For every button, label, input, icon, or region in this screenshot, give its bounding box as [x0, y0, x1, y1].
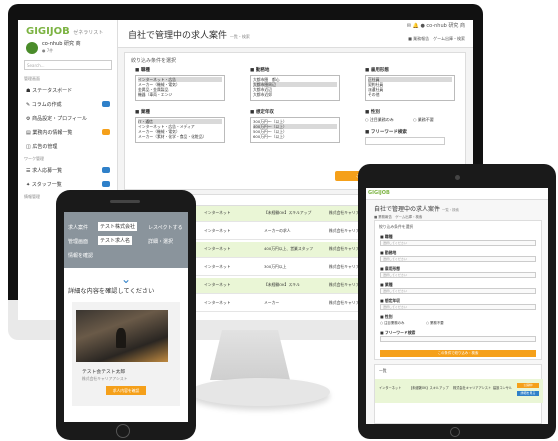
- table-cell: インターネット: [204, 264, 231, 269]
- job-type-select[interactable]: 選択してください: [380, 240, 536, 246]
- panel-title: 絞り込み条件を選択: [131, 58, 177, 64]
- avatar: [26, 42, 38, 54]
- filter-label: ■ 性別: [365, 110, 380, 115]
- table-cell: 建設コンサル: [493, 386, 513, 390]
- salary-select[interactable]: 選択してください: [380, 304, 536, 310]
- sidebar-item-info-list[interactable]: ▤ 業務内の情報一覧: [22, 126, 114, 138]
- user-profile[interactable]: co-nhub 研究 商 ● 7件: [26, 40, 114, 56]
- breadcrumb[interactable]: ■ 業務報告 ゲーム出庫・検索: [408, 36, 465, 42]
- table-cell: 【未経験OK】スキル: [264, 282, 300, 287]
- sidebar-group-label: ワーク管理: [24, 156, 44, 161]
- sidebar-item-applications[interactable]: ☰ 求人応募一覧: [22, 164, 114, 176]
- job-photo: [76, 310, 168, 362]
- freeword-input[interactable]: [365, 137, 445, 145]
- phone-nav-menu: 求人案件 テスト株式会社 レスペクトする 管理画面 テスト求人名 詳細・選択 情…: [64, 212, 188, 268]
- location-list[interactable]: 大都市圏 都心 大都市圏周辺 大都市近辺 大都市近郊: [250, 75, 340, 101]
- monitor-base: [190, 378, 330, 406]
- filter-label: ■ 勤務地: [250, 68, 270, 73]
- count-badge: [102, 101, 110, 107]
- sidebar-item-ads[interactable]: ◫ 広告の管理: [22, 140, 114, 152]
- results-header: 一覧: [379, 368, 387, 373]
- page-title: 自社で管理中の求人案件 一覧・検索: [128, 31, 250, 41]
- tablet-screen: GIGIJOB 自社で管理中の求人案件 一覧・検索 ■ 業務報告 ゲーム出庫・検…: [366, 188, 548, 424]
- industry-select[interactable]: 選択してください: [380, 288, 536, 294]
- employment-select[interactable]: 選択してください: [380, 272, 536, 278]
- radio-unnecessary[interactable]: ○ 業務不要: [413, 117, 434, 123]
- nav-item-selected[interactable]: テスト求人名: [98, 236, 133, 245]
- filter-label: ■ 業種: [135, 110, 150, 115]
- industry-list[interactable]: IT・通信 インターネット・広告・メディア メーカー（機械・電気） メーカー（素…: [135, 117, 225, 143]
- section-heading: 詳細な内容を確認してください: [68, 288, 155, 295]
- table-cell: 株式会社キャリアアシスト: [453, 386, 492, 390]
- page-title: 自社で管理中の求人案件 一覧・検索: [374, 206, 459, 213]
- salary-list[interactable]: 300万円～（以上） 400万円～（以上） 500万円～（以上） 600万円～（…: [250, 117, 340, 143]
- table-cell: メーカーの求人: [264, 228, 291, 233]
- sidebar-group-label: 管理画面: [24, 76, 40, 81]
- nav-item[interactable]: 管理画面: [68, 238, 88, 245]
- filter-label: ■ 想定年収: [250, 110, 274, 115]
- monitor-stand: [210, 330, 290, 380]
- count-badge: [102, 167, 110, 173]
- nav-item-selected[interactable]: テスト株式会社: [98, 222, 138, 231]
- table-cell: 【未経験OK】スキルアップ: [264, 210, 312, 215]
- table-cell: インターネット: [204, 300, 231, 305]
- header-icons[interactable]: ✉ 🔔 ● co-nhub 研究 商: [407, 22, 465, 29]
- home-button[interactable]: [450, 427, 460, 437]
- phone-speaker: [110, 200, 140, 203]
- results-panel: 一覧 インターネット 【未経験OK】スキルアップ 株式会社キャリアアシスト 建設…: [374, 364, 543, 424]
- sidebar-group-label: 情報管理: [24, 194, 40, 199]
- table-cell: 300万円以上: [264, 264, 287, 269]
- employment-type-list[interactable]: 正社員 契約社員 派遣社員 その他: [365, 75, 455, 101]
- home-button[interactable]: [116, 424, 130, 438]
- panel-title: 絞り込み条件を選択: [379, 224, 414, 229]
- sidebar-item-column[interactable]: ✎ コラムの作成: [22, 98, 114, 110]
- count-badge: [102, 181, 110, 187]
- sidebar-item-profile[interactable]: ⚙ 商品設定・プロフィール: [22, 112, 114, 124]
- camera-icon: [455, 175, 460, 180]
- table-cell: メーカー: [264, 300, 280, 305]
- table-cell: 400万円以上、営業スタッフ: [264, 246, 314, 251]
- card-title: テスト会テスト太郎: [82, 370, 126, 375]
- status-button[interactable]: 公開中: [517, 383, 539, 388]
- filter-label: ■ 雇用形態: [365, 68, 389, 73]
- job-type-list[interactable]: インターネット・広告 メーカー（機械・電気） 金属品・金属製品 機器（車両・エン…: [135, 75, 225, 101]
- sidebar-item-dashboard[interactable]: ☗ ステータスボード: [22, 84, 114, 96]
- nav-item[interactable]: 求人案件: [68, 224, 88, 231]
- nav-item[interactable]: 詳細・選択: [148, 238, 173, 245]
- radio-featured[interactable]: ○ 注目業務のみ: [380, 320, 404, 325]
- user-name: co-nhub 研究 商: [42, 41, 81, 47]
- sidebar-item-staff[interactable]: ✦ スタッフ一覧: [22, 178, 114, 190]
- table-cell: 【未経験OK】スキルアップ: [409, 386, 449, 390]
- table-cell: インターネット: [204, 210, 231, 215]
- view-detail-button[interactable]: 求人内容を確認: [106, 386, 146, 395]
- search-button[interactable]: この条件で絞り込み・検索: [380, 350, 536, 357]
- freeword-label: ■ フリーワード検索: [365, 130, 407, 135]
- page-header: 自社で管理中の求人案件 一覧・検索 ✉ 🔔 ● co-nhub 研究 商 ■ 業…: [118, 20, 473, 48]
- user-status: ● 7件: [42, 48, 54, 53]
- nav-item[interactable]: レスペクトする: [148, 224, 183, 231]
- radio-featured[interactable]: ○ 注目業務のみ: [365, 117, 394, 123]
- radio-unnecessary[interactable]: ○ 業務不要: [426, 320, 444, 325]
- detail-button[interactable]: 詳細を見る: [517, 391, 539, 396]
- card-subtitle: 株式会社キャリアアシスト: [82, 376, 128, 381]
- brand-logo[interactable]: GIGIJOB: [368, 190, 390, 196]
- location-select[interactable]: 選択してください: [380, 256, 536, 262]
- nav-item[interactable]: 情報を確認: [68, 252, 93, 259]
- table-cell: インターネット: [204, 246, 231, 251]
- freeword-input[interactable]: [380, 336, 536, 342]
- chevron-down-icon[interactable]: ⌄: [119, 272, 133, 286]
- table-cell: インターネット: [379, 386, 402, 390]
- filter-label: ■ 職種: [135, 68, 150, 73]
- table-cell: インターネット: [204, 282, 231, 287]
- count-badge: [102, 129, 110, 135]
- breadcrumb[interactable]: ■ 業務報告 ゲーム出庫・検索: [374, 214, 422, 219]
- tablet-topbar: GIGIJOB: [366, 188, 548, 200]
- brand-logo[interactable]: GIGIJOB ゼネラリスト: [26, 26, 103, 37]
- table-cell: インターネット: [204, 228, 231, 233]
- table-row[interactable]: インターネット 【未経験OK】スキルアップ 株式会社キャリアアシスト 建設コンサ…: [375, 379, 543, 403]
- search-input[interactable]: Search...: [24, 60, 112, 70]
